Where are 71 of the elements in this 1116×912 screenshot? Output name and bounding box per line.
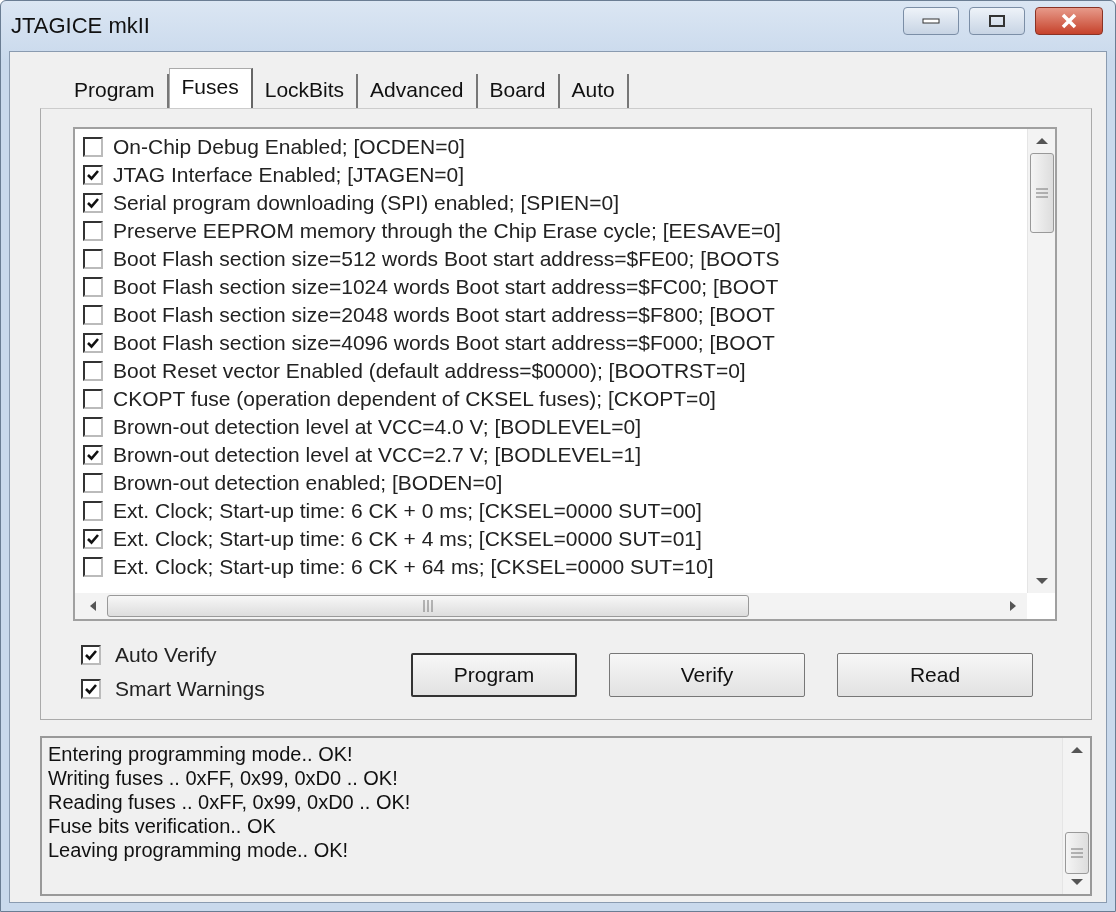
log-line: Leaving programming mode.. OK! (48, 838, 350, 862)
minimize-icon (922, 17, 940, 25)
vertical-scrollbar[interactable] (1027, 129, 1055, 593)
fuse-label: Boot Flash section size=2048 words Boot start address=$F800; [BOOT (113, 303, 775, 327)
fuse-label: Boot Reset vector Enabled (default address=$0000); [BOOTRST=0] (113, 359, 746, 383)
scroll-left-icon[interactable] (89, 600, 97, 612)
checkbox[interactable] (81, 645, 101, 665)
maximize-button[interactable] (969, 7, 1025, 35)
fuse-label: Serial program downloading (SPI) enabled; [SPIEN=0] (113, 191, 620, 215)
log-line: Writing fuses .. 0xFF, 0x99, 0xD0 .. OK! (48, 766, 399, 790)
checkbox[interactable] (83, 389, 103, 409)
fuse-label: Brown-out detection level at VCC=2.7 V; [BODLEVEL=1] (113, 443, 641, 467)
check-icon (86, 533, 100, 545)
checkbox[interactable] (83, 221, 103, 241)
close-icon (1060, 13, 1078, 29)
checkbox[interactable] (83, 277, 103, 297)
fuse-label: On-Chip Debug Enabled; [OCDEN=0] (113, 135, 465, 159)
fuse-label: Boot Flash section size=512 words Boot start address=$FE00; [BOOTS (113, 247, 780, 271)
action-button[interactable]: Verify (609, 653, 805, 697)
checkbox[interactable] (83, 165, 103, 185)
checkbox[interactable] (83, 473, 103, 493)
maximize-icon (989, 15, 1005, 27)
check-icon (84, 683, 98, 695)
checkbox[interactable] (83, 529, 103, 549)
fuse-label: Ext. Clock; Start-up time: 6 CK + 64 ms; [CKSEL=0000 SUT=10] (113, 555, 714, 579)
fuse-label: Preserve EEPROM memory through the Chip Erase cycle; [EESAVE=0] (113, 219, 781, 243)
fuse-label: Brown-out detection enabled; [BODEN=0] (113, 471, 503, 495)
checkbox[interactable] (83, 557, 103, 577)
checkbox-label: Smart Warnings (115, 677, 265, 701)
window-title: JTAGICE mkII (11, 13, 150, 39)
checkbox[interactable] (83, 137, 103, 157)
scrollbar-thumb[interactable] (107, 595, 749, 617)
scrollbar-thumb[interactable] (1029, 153, 1054, 233)
tab[interactable]: Fuses (168, 68, 253, 108)
checkbox[interactable] (81, 679, 101, 699)
fuse-label: Ext. Clock; Start-up time: 6 CK + 0 ms; [CKSEL=0000 SUT=00] (113, 499, 702, 523)
checkbox[interactable] (83, 445, 103, 465)
action-button[interactable]: Program (411, 653, 577, 697)
checkbox[interactable] (83, 249, 103, 269)
scroll-down-icon[interactable] (1034, 577, 1049, 585)
check-icon (86, 169, 100, 181)
check-icon (86, 337, 100, 349)
log-line: Reading fuses .. 0xFF, 0x99, 0xD0 .. OK! (48, 790, 412, 814)
horizontal-scrollbar[interactable] (75, 593, 1027, 619)
checkbox[interactable] (83, 501, 103, 521)
fuse-label: Boot Flash section size=4096 words Boot start address=$F000; [BOOT (113, 331, 775, 355)
fuse-label: Boot Flash section size=1024 words Boot start address=$FC00; [BOOT (113, 275, 779, 299)
checkbox[interactable] (83, 333, 103, 353)
fuse-label: CKOPT fuse (operation dependent of CKSEL fuses); [CKOPT=0] (113, 387, 716, 411)
fuse-label: JTAG Interface Enabled; [JTAGEN=0] (113, 163, 465, 187)
scrollbar-thumb[interactable] (1064, 832, 1089, 874)
log-line: Fuse bits verification.. OK (48, 814, 277, 838)
scroll-right-icon[interactable] (1009, 600, 1017, 612)
close-button[interactable] (1035, 7, 1103, 35)
scroll-up-icon[interactable] (1069, 746, 1084, 754)
checkbox-label: Auto Verify (115, 643, 217, 667)
check-icon (86, 197, 100, 209)
checkbox[interactable] (83, 305, 103, 325)
fuse-label: Ext. Clock; Start-up time: 6 CK + 4 ms; [CKSEL=0000 SUT=01] (113, 527, 702, 551)
minimize-button[interactable] (903, 7, 959, 35)
checkbox[interactable] (83, 417, 103, 437)
action-button[interactable]: Read (837, 653, 1033, 697)
vertical-scrollbar[interactable] (1062, 738, 1090, 894)
check-icon (86, 449, 100, 461)
fuse-label: Brown-out detection level at VCC=4.0 V; [BODLEVEL=0] (113, 415, 641, 439)
checkbox[interactable] (83, 193, 103, 213)
scroll-up-icon[interactable] (1034, 137, 1049, 145)
scroll-down-icon[interactable] (1069, 878, 1084, 886)
log-line: Entering programming mode.. OK! (48, 742, 354, 766)
check-icon (84, 649, 98, 661)
checkbox[interactable] (83, 361, 103, 381)
